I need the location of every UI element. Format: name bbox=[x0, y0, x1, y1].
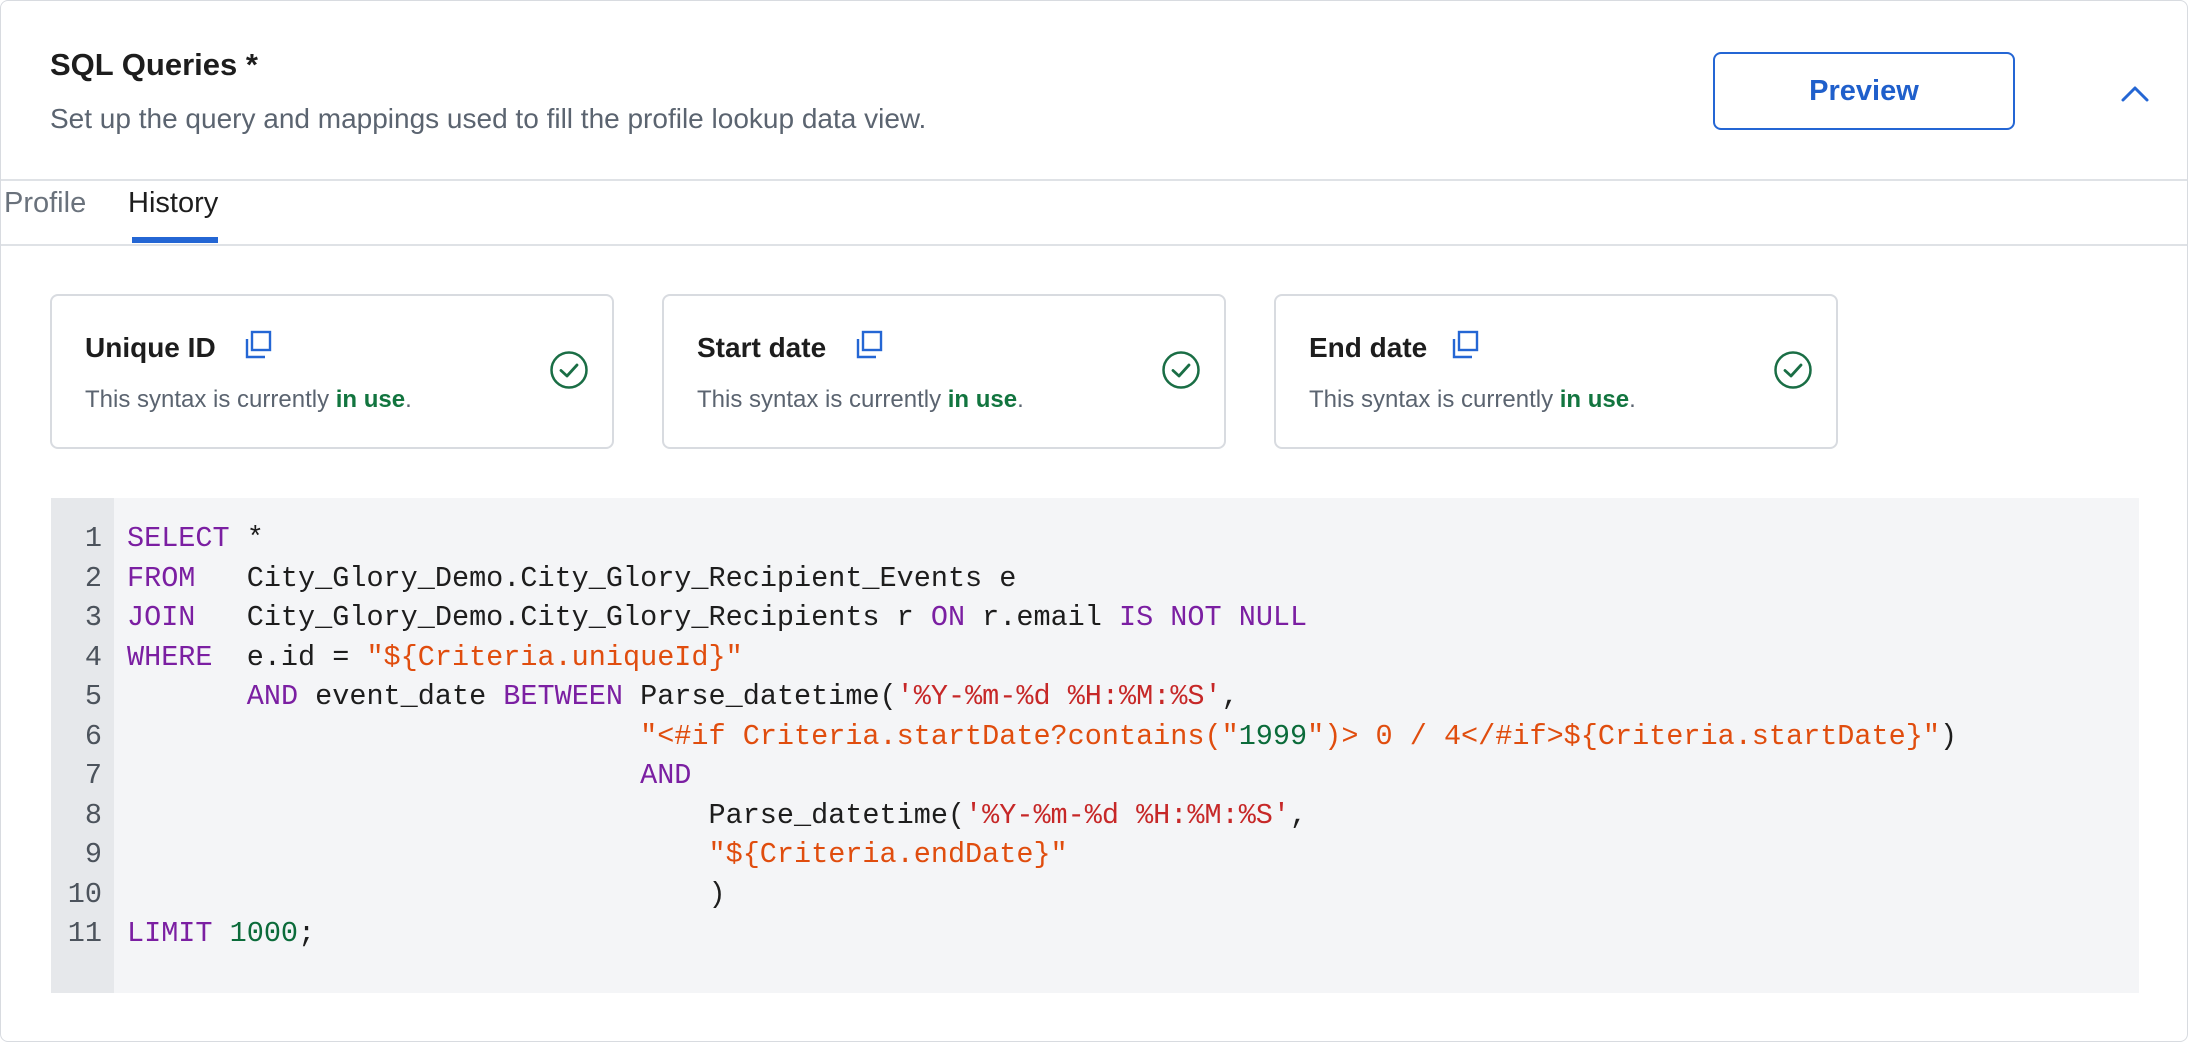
code-line: "<#if Criteria.startDate?contains("1999"… bbox=[127, 717, 1957, 756]
sql-code-editor[interactable]: 1 SELECT * 2 FROM City_Glory_Demo.City_Glor… bbox=[51, 498, 2139, 993]
card-unique-id: Unique ID This syntax is currently in us… bbox=[50, 294, 614, 449]
line-number: 8 bbox=[84, 798, 102, 832]
code-token: ) bbox=[1939, 719, 1958, 753]
line-number: 11 bbox=[67, 917, 102, 950]
code-token: * bbox=[229, 522, 264, 555]
card-title: Start date bbox=[697, 332, 827, 363]
card-status-text: This syntax is currently in use. bbox=[1309, 386, 1636, 414]
code-token: '%Y-%m-%d %H:%M:%S' bbox=[896, 680, 1222, 713]
code-line: Parse_datetime('%Y-%m-%d %H:%M:%S', bbox=[127, 796, 1307, 835]
code-token: r.email bbox=[965, 601, 1119, 634]
code-token: e.id = bbox=[212, 640, 367, 674]
code-token: 1999 bbox=[1238, 719, 1308, 753]
card-start-date: Start date This syntax is currently in u… bbox=[662, 294, 1226, 449]
code-line: ) bbox=[127, 875, 726, 914]
code-token: "${Criteria.uniqueId}" bbox=[366, 640, 743, 674]
line-number: 3 bbox=[84, 601, 102, 634]
status-in-use: in use bbox=[947, 386, 1018, 413]
card-status-text: This syntax is currently in use. bbox=[85, 386, 412, 414]
code-token: ")> 0 / 4</#if>${Criteria.startDate}" bbox=[1307, 719, 1940, 753]
copy-icon[interactable] bbox=[854, 330, 884, 360]
panel-subtitle: Set up the query and mappings used to fi… bbox=[50, 103, 927, 134]
line-number: 10 bbox=[67, 877, 102, 911]
code-token: FROM bbox=[127, 561, 196, 595]
check-circle-icon bbox=[549, 350, 589, 390]
status-suffix: . bbox=[405, 386, 412, 413]
tabs-divider bbox=[1, 244, 2187, 246]
line-number: 1 bbox=[84, 522, 102, 555]
card-title: Unique ID bbox=[85, 332, 216, 363]
code-line: AND event_date BETWEEN Parse_datetime('%… bbox=[127, 677, 1239, 716]
code-line: FROM City_Glory_Demo.City_Glory_Recipien… bbox=[127, 559, 1016, 598]
code-token: , bbox=[1221, 680, 1239, 713]
code-token: SELECT bbox=[127, 522, 230, 555]
active-tab-indicator bbox=[132, 237, 218, 243]
code-token: IS NOT NULL bbox=[1119, 601, 1308, 634]
chevron-up-icon[interactable] bbox=[2113, 71, 2157, 115]
copy-icon[interactable] bbox=[243, 330, 273, 360]
tab-history[interactable]: History bbox=[128, 187, 218, 220]
code-line: AND bbox=[127, 756, 691, 795]
code-token: ; bbox=[298, 917, 316, 950]
panel-header: SQL Queries * Set up the query and mappi… bbox=[1, 1, 2187, 179]
code-token: "${Criteria.endDate}" bbox=[708, 838, 1068, 871]
line-number: 9 bbox=[84, 838, 102, 871]
code-token: BETWEEN bbox=[503, 680, 624, 713]
status-prefix: This syntax is currently bbox=[85, 386, 336, 413]
card-title: End date bbox=[1309, 332, 1428, 363]
status-suffix: . bbox=[1629, 386, 1636, 413]
code-line: JOIN City_Glory_Demo.City_Glory_Recipien… bbox=[127, 598, 1307, 637]
code-token: JOIN bbox=[127, 601, 196, 634]
code-token: Parse_datetime( bbox=[623, 680, 897, 713]
status-prefix: This syntax is currently bbox=[1309, 386, 1560, 413]
code-token: AND bbox=[246, 680, 299, 713]
code-token: 1000 bbox=[229, 917, 299, 950]
code-token: "<#if Criteria.startDate?contains(" bbox=[640, 719, 1239, 753]
panel-title: SQL Queries * bbox=[50, 47, 258, 82]
code-token: event_date bbox=[298, 680, 504, 713]
card-end-date: End date This syntax is currently in use… bbox=[1274, 294, 1838, 449]
code-line: WHERE e.id = "${Criteria.uniqueId}" bbox=[127, 638, 743, 677]
code-token: City_Glory_Demo.City_Glory_Recipient_Eve… bbox=[195, 561, 1017, 595]
check-circle-icon bbox=[1773, 350, 1813, 390]
sql-queries-panel: SQL Queries * Set up the query and mappi… bbox=[0, 0, 2188, 1042]
code-token: AND bbox=[640, 759, 692, 792]
code-line: "${Criteria.endDate}" bbox=[127, 835, 1068, 874]
status-prefix: This syntax is currently bbox=[697, 386, 948, 413]
status-in-use: in use bbox=[1559, 386, 1630, 413]
card-status-text: This syntax is currently in use. bbox=[697, 386, 1024, 414]
line-number: 2 bbox=[84, 561, 102, 595]
code-token: ON bbox=[930, 601, 966, 634]
code-token: LIMIT bbox=[127, 917, 213, 950]
code-line: SELECT * bbox=[127, 519, 264, 558]
code-line: LIMIT 1000; bbox=[127, 914, 315, 953]
tab-bar: Profile History bbox=[1, 181, 2187, 245]
copy-icon[interactable] bbox=[1450, 330, 1480, 360]
preview-button[interactable]: Preview bbox=[1713, 52, 2015, 130]
status-suffix: . bbox=[1017, 386, 1024, 413]
code-token: City_Glory_Demo.City_Glory_Recipients r bbox=[195, 601, 931, 634]
status-in-use: in use bbox=[335, 386, 406, 413]
code-token: WHERE bbox=[127, 640, 213, 674]
code-token: '%Y-%m-%d %H:%M:%S' bbox=[965, 798, 1290, 832]
code-token: ) bbox=[127, 877, 726, 911]
line-number: 5 bbox=[84, 680, 102, 713]
tab-profile[interactable]: Profile bbox=[4, 187, 86, 220]
code-token: , bbox=[1290, 798, 1308, 832]
line-number: 7 bbox=[84, 759, 102, 792]
check-circle-icon bbox=[1161, 350, 1201, 390]
line-number: 6 bbox=[84, 719, 102, 753]
code-token: Parse_datetime( bbox=[127, 798, 966, 832]
line-number: 4 bbox=[84, 640, 102, 674]
